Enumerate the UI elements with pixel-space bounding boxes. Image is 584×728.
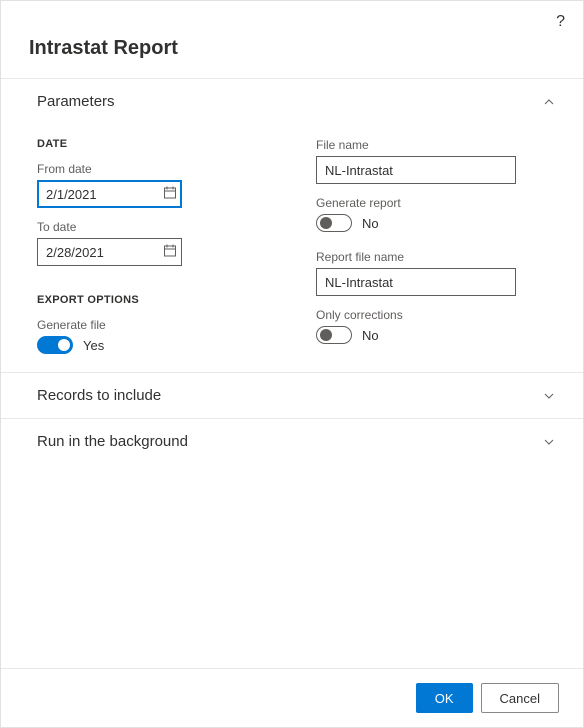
generate-report-label: Generate report [316, 196, 547, 210]
generate-file-toggle[interactable] [37, 336, 73, 354]
section-records-header[interactable]: Records to include [1, 373, 583, 418]
date-subheader: DATE [37, 138, 268, 150]
calendar-icon[interactable] [163, 186, 177, 203]
generate-file-label: Generate file [37, 318, 268, 332]
report-file-name-input[interactable] [316, 268, 516, 296]
chevron-down-icon [543, 390, 555, 402]
generate-file-toggle-row: Yes [37, 336, 268, 354]
help-icon[interactable]: ? [556, 13, 565, 31]
from-date-field[interactable] [37, 180, 182, 208]
section-records: Records to include [1, 372, 583, 418]
cancel-button[interactable]: Cancel [481, 683, 559, 713]
export-options-subheader: EXPORT OPTIONS [37, 294, 268, 306]
section-background: Run in the background [1, 418, 583, 464]
report-file-name-label: Report file name [316, 250, 547, 264]
parameters-right-column: File name Generate report No Report file… [316, 124, 547, 354]
generate-report-value: No [362, 216, 379, 231]
to-date-input[interactable] [38, 239, 181, 265]
dialog-content: Parameters DATE From date To d [1, 78, 583, 668]
from-date-label: From date [37, 162, 268, 176]
section-parameters-title: Parameters [37, 93, 115, 110]
generate-file-value: Yes [83, 338, 104, 353]
calendar-icon[interactable] [163, 244, 177, 261]
only-corrections-toggle-row: No [316, 326, 547, 344]
to-date-field[interactable] [37, 238, 182, 266]
dialog-container: ? Intrastat Report Parameters DATE From … [0, 0, 584, 728]
dialog-footer: OK Cancel [1, 668, 583, 727]
dialog-title: Intrastat Report [1, 1, 583, 78]
chevron-down-icon [543, 436, 555, 448]
file-name-label: File name [316, 138, 547, 152]
section-records-title: Records to include [37, 387, 161, 404]
section-parameters-header[interactable]: Parameters [1, 79, 583, 124]
only-corrections-value: No [362, 328, 379, 343]
from-date-input[interactable] [38, 181, 181, 207]
generate-report-toggle-row: No [316, 214, 547, 232]
file-name-input[interactable] [316, 156, 516, 184]
ok-button[interactable]: OK [416, 683, 473, 713]
only-corrections-toggle[interactable] [316, 326, 352, 344]
generate-report-toggle[interactable] [316, 214, 352, 232]
to-date-label: To date [37, 220, 268, 234]
parameters-left-column: DATE From date To date [37, 124, 268, 354]
section-parameters-body: DATE From date To date [1, 124, 583, 372]
section-parameters: Parameters DATE From date To d [1, 78, 583, 372]
chevron-up-icon [543, 96, 555, 108]
only-corrections-label: Only corrections [316, 308, 547, 322]
section-background-title: Run in the background [37, 433, 188, 450]
section-background-header[interactable]: Run in the background [1, 419, 583, 464]
